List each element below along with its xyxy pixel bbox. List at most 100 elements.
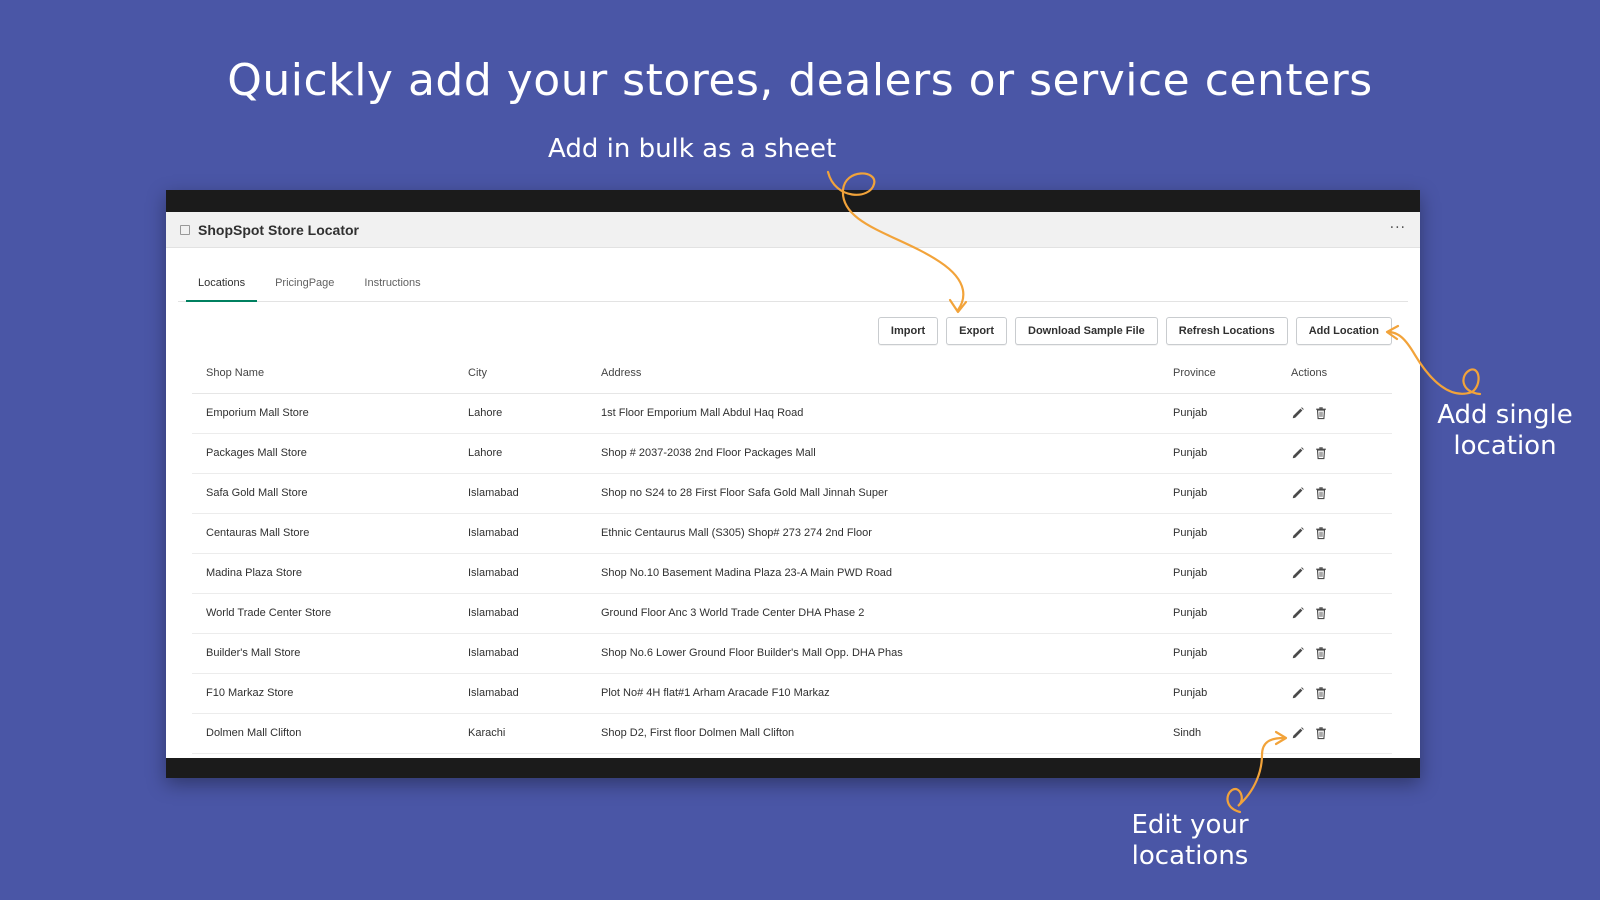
trash-icon[interactable] — [1314, 646, 1328, 660]
cell-province: Punjab — [1159, 473, 1277, 514]
cell-city: Islamabad — [454, 553, 587, 594]
cell-address: Ground Floor Anc 3 World Trade Center DH… — [587, 593, 1159, 634]
cell-address: Shop D2, First floor Dolmen Mall Clifton — [587, 713, 1159, 754]
callout-add-single-line2: location — [1453, 431, 1557, 461]
download-sample-file-button[interactable]: Download Sample File — [1015, 317, 1158, 345]
row-actions — [1291, 566, 1392, 580]
cell-address: Shop # 2037-2038 2nd Floor Packages Mall — [587, 433, 1159, 474]
row-actions — [1291, 446, 1392, 460]
cell-shop-name: Builder's Mall Store — [192, 633, 454, 674]
cell-province: Punjab — [1159, 393, 1277, 434]
trash-icon[interactable] — [1314, 726, 1328, 740]
cell-city: Islamabad — [454, 513, 587, 554]
cell-actions — [1277, 513, 1392, 554]
row-actions — [1291, 686, 1392, 700]
cell-city: Islamabad — [454, 473, 587, 514]
column-header-shop-name[interactable]: Shop Name — [192, 353, 454, 394]
trash-icon[interactable] — [1314, 606, 1328, 620]
table-row[interactable]: World Trade Center Store Islamabad Ground … — [192, 593, 1392, 634]
callout-edit-line2: locations — [1131, 841, 1249, 871]
cell-shop-name: Emporium Mall Store — [192, 393, 454, 434]
pencil-icon[interactable] — [1291, 446, 1305, 460]
export-button[interactable]: Export — [946, 317, 1007, 345]
cell-shop-name: World Trade Center Store — [192, 593, 454, 634]
tab-locations[interactable]: Locations — [186, 277, 258, 302]
cell-shop-name: Madina Plaza Store — [192, 553, 454, 594]
pencil-icon[interactable] — [1291, 686, 1305, 700]
trash-icon[interactable] — [1314, 686, 1328, 700]
column-header-province[interactable]: Province — [1159, 353, 1277, 394]
table-row[interactable]: Dolmen Mall Clifton Karachi Shop D2, First… — [192, 713, 1392, 754]
cell-actions — [1277, 713, 1392, 754]
callout-add-single-line1: Add single — [1437, 400, 1573, 430]
trash-icon[interactable] — [1314, 406, 1328, 420]
cell-address: Shop no S24 to 28 First Floor Safa Gold … — [587, 473, 1159, 514]
column-header-address[interactable]: Address — [587, 353, 1159, 394]
cell-province: Punjab — [1159, 553, 1277, 594]
cell-actions — [1277, 473, 1392, 514]
more-horizontal-icon[interactable]: ··· — [1390, 220, 1406, 236]
cell-actions — [1277, 633, 1392, 674]
refresh-locations-button[interactable]: Refresh Locations — [1165, 317, 1288, 345]
table-row[interactable]: Madina Plaza Store Islamabad Shop No.10 Ba… — [192, 553, 1392, 594]
trash-icon[interactable] — [1314, 446, 1328, 460]
cell-shop-name: F10 Markaz Store — [192, 673, 454, 714]
add-location-button[interactable]: Add Location — [1295, 317, 1392, 345]
app-container: ShopSpot Store Locator ··· Locations Pri… — [166, 212, 1420, 758]
cell-city: Lahore — [454, 433, 587, 474]
cell-address: Ethnic Centaurus Mall (S305) Shop# 273 2… — [587, 513, 1159, 554]
tab-instructions[interactable]: Instructions — [352, 277, 432, 301]
cell-address: Shop No.10 Basement Madina Plaza 23-A Ma… — [587, 553, 1159, 594]
main-card: Locations PricingPage Instructions Impor… — [178, 248, 1408, 758]
cell-actions — [1277, 593, 1392, 634]
table-row[interactable]: F10 Markaz Store Islamabad Plot No# 4H fla… — [192, 673, 1392, 714]
row-actions — [1291, 646, 1392, 660]
cell-city: Islamabad — [454, 673, 587, 714]
cell-actions — [1277, 673, 1392, 714]
cell-city: Islamabad — [454, 633, 587, 674]
locations-table: Shop Name City Address Province Actions … — [192, 353, 1392, 754]
table-row[interactable]: Safa Gold Mall Store Islamabad Shop no S24… — [192, 473, 1392, 514]
table-row[interactable]: Packages Mall Store Lahore Shop # 2037-203… — [192, 433, 1392, 474]
trash-icon[interactable] — [1314, 486, 1328, 500]
trash-icon[interactable] — [1314, 526, 1328, 540]
table-row[interactable]: Centauras Mall Store Islamabad Ethnic Cent… — [192, 513, 1392, 554]
pencil-icon[interactable] — [1291, 406, 1305, 420]
cell-actions — [1277, 433, 1392, 474]
app-title: ShopSpot Store Locator — [198, 221, 359, 238]
trash-icon[interactable] — [1314, 566, 1328, 580]
table-row[interactable]: Builder's Mall Store Islamabad Shop No.6 L… — [192, 633, 1392, 674]
callout-bulk-import: Add in bulk as a sheet — [548, 134, 837, 164]
cell-province: Punjab — [1159, 633, 1277, 674]
table-row[interactable]: Emporium Mall Store Lahore 1st Floor Empor… — [192, 393, 1392, 434]
row-actions — [1291, 606, 1392, 620]
action-toolbar: Import Export Download Sample File Refre… — [178, 302, 1408, 345]
cell-address: Shop No.6 Lower Ground Floor Builder's M… — [587, 633, 1159, 674]
store-icon — [180, 224, 190, 235]
pencil-icon[interactable] — [1291, 646, 1305, 660]
pencil-icon[interactable] — [1291, 606, 1305, 620]
pencil-icon[interactable] — [1291, 566, 1305, 580]
cell-city: Lahore — [454, 393, 587, 434]
app-titlebar: ShopSpot Store Locator ··· — [166, 212, 1420, 248]
cell-province: Punjab — [1159, 513, 1277, 554]
cell-shop-name: Centauras Mall Store — [192, 513, 454, 554]
page-headline: Quickly add your stores, dealers or serv… — [227, 55, 1373, 106]
cell-shop-name: Dolmen Mall Clifton — [192, 713, 454, 754]
cell-province: Punjab — [1159, 593, 1277, 634]
pencil-icon[interactable] — [1291, 726, 1305, 740]
cell-city: Karachi — [454, 713, 587, 754]
cell-address: 1st Floor Emporium Mall Abdul Haq Road — [587, 393, 1159, 434]
cell-shop-name: Safa Gold Mall Store — [192, 473, 454, 514]
callout-edit-line1: Edit your — [1131, 810, 1249, 840]
table-header-row: Shop Name City Address Province Actions — [192, 353, 1392, 394]
pencil-icon[interactable] — [1291, 486, 1305, 500]
callout-edit-locations: Edit your locations — [1120, 810, 1260, 872]
pencil-icon[interactable] — [1291, 526, 1305, 540]
callout-add-single: Add single location — [1430, 400, 1580, 462]
import-button[interactable]: Import — [877, 317, 939, 345]
column-header-city[interactable]: City — [454, 353, 587, 394]
row-actions — [1291, 406, 1392, 420]
tab-pricing-page[interactable]: PricingPage — [263, 277, 346, 301]
cell-province: Sindh — [1159, 713, 1277, 754]
